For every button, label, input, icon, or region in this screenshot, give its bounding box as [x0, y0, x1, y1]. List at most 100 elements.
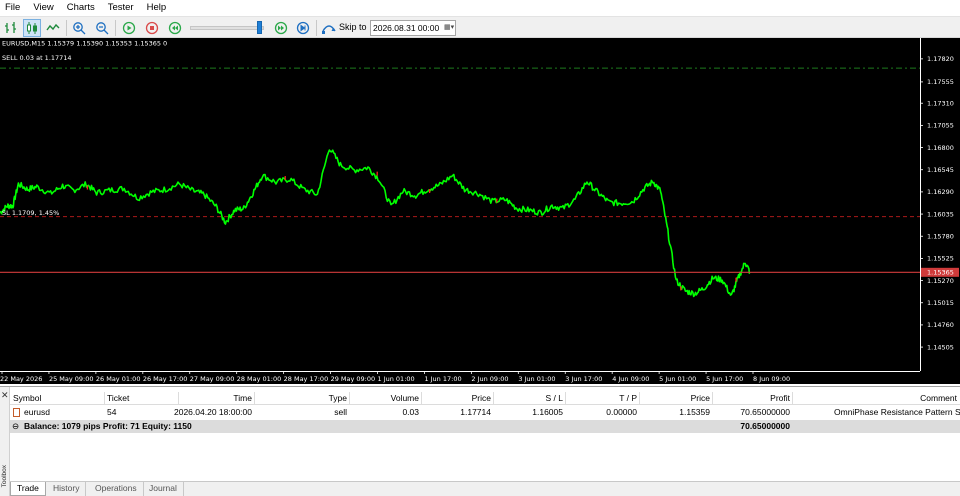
time-tick-label: 25 May 09:00: [49, 375, 94, 383]
time-tick-label: 26 May 01:00: [96, 375, 141, 383]
tab-history[interactable]: History: [47, 482, 87, 496]
skip-to-icon[interactable]: [320, 19, 338, 37]
time-tick-label: 26 May 17:00: [143, 375, 188, 383]
terminal-tabs: Trade History Operations Journal: [10, 481, 960, 496]
price-tick-label: 1.16800: [927, 144, 954, 152]
bar-chart-icon[interactable]: [2, 19, 20, 37]
current-price-label: 1.15365: [927, 269, 954, 277]
stop-icon[interactable]: [143, 19, 161, 37]
skip-to-date-value: 2026.08.31 00:00: [373, 23, 440, 33]
price-tick-label: 1.16290: [927, 188, 954, 196]
time-tick-label: 3 Jun 01:00: [518, 375, 555, 383]
balance-profit: 70.65000000: [740, 421, 790, 431]
time-tick-label: 22 May 2026: [0, 375, 42, 383]
zoom-in-icon[interactable]: [70, 19, 88, 37]
price-tick-label: 1.17055: [927, 122, 954, 130]
col-sl[interactable]: S / L: [495, 392, 563, 405]
cell-price-open: 1.17714: [460, 407, 491, 417]
time-tick-label: 27 May 09:00: [190, 375, 235, 383]
menu-charts[interactable]: Charts: [62, 0, 103, 16]
price-tick-label: 1.15270: [927, 277, 954, 285]
col-price-open[interactable]: Price: [423, 392, 491, 405]
time-tick-label: 8 Jun 09:00: [753, 375, 790, 383]
menu-help[interactable]: Help: [142, 0, 175, 16]
col-symbol[interactable]: Symbol: [13, 392, 103, 405]
col-time[interactable]: Time: [180, 392, 252, 405]
chart-canvas: 1.17820 1.17555 1.17310 1.17055 1.16800 1.165…: [0, 38, 959, 383]
tab-operations[interactable]: Operations: [89, 482, 144, 496]
time-tick-label: 3 Jun 17:00: [565, 375, 602, 383]
collapse-icon[interactable]: ⊖: [12, 420, 22, 433]
price-chart[interactable]: 1.17820 1.17555 1.17310 1.17055 1.16800 1.165…: [0, 38, 960, 384]
cell-type: sell: [334, 407, 347, 417]
time-tick-label: 1 Jun 17:00: [424, 375, 461, 383]
speed-slider-thumb[interactable]: [257, 21, 262, 34]
skip-to-label: Skip to: [339, 22, 367, 32]
line-chart-icon[interactable]: [44, 19, 62, 37]
cell-symbol: eurusd: [24, 407, 50, 417]
price-tick-label: 1.15015: [927, 299, 954, 307]
candlestick-icon[interactable]: [23, 19, 41, 37]
time-tick-label: 28 May 01:00: [237, 375, 282, 383]
price-tick-label: 1.17555: [927, 78, 954, 86]
time-tick-label: 1 Jun 01:00: [378, 375, 415, 383]
tab-journal[interactable]: Journal: [143, 482, 184, 496]
balance-row: ⊖ Balance: 1079 pips Profit: 71 Equity: …: [10, 420, 960, 433]
menu-view[interactable]: View: [28, 0, 61, 16]
toolbar: Skip to 2026.08.31 00:00 ▦▾: [0, 16, 960, 38]
rewind-icon[interactable]: [166, 19, 184, 37]
time-tick-label: 5 Jun 17:00: [706, 375, 743, 383]
menu-file[interactable]: File: [0, 0, 28, 16]
price-series: [0, 149, 751, 298]
tab-trade[interactable]: Trade: [10, 482, 46, 496]
col-price-current[interactable]: Price: [641, 392, 710, 405]
cell-sl: 1.16005: [532, 407, 563, 417]
table-header: Symbol Ticket Time Type Volume Price S /…: [10, 392, 960, 405]
price-tick-label: 1.15525: [927, 255, 954, 263]
step-icon[interactable]: [294, 19, 312, 37]
terminal-side-strip: ✕ Toolbox: [0, 387, 10, 496]
cell-tp: 0.00000: [606, 407, 637, 417]
col-volume[interactable]: Volume: [351, 392, 419, 405]
stop-loss-label: SL 1.1709, 1.45%: [2, 209, 59, 217]
time-tick-label: 29 May 09:00: [331, 375, 376, 383]
cell-comment: OmniPhase Resistance Pattern Se: [834, 407, 960, 417]
price-tick-label: 1.15780: [927, 233, 954, 241]
skip-to-date-field[interactable]: 2026.08.31 00:00 ▦▾: [370, 20, 456, 36]
menu-bar: File View Charts Tester Help: [0, 0, 960, 16]
sell-order-label: SELL 0.03 at 1.17714: [2, 54, 72, 62]
price-tick-label: 1.14505: [927, 343, 954, 351]
zoom-out-icon[interactable]: [93, 19, 111, 37]
col-type[interactable]: Type: [256, 392, 347, 405]
cell-volume: 0.03: [402, 407, 419, 417]
price-tick-label: 1.17310: [927, 100, 954, 108]
time-tick-label: 28 May 17:00: [284, 375, 329, 383]
cell-profit: 70.65000000: [740, 407, 790, 417]
speed-slider-track[interactable]: [190, 26, 264, 30]
col-ticket[interactable]: Ticket: [107, 392, 177, 405]
col-comment[interactable]: Comment: [794, 392, 957, 405]
price-tick-label: 1.14760: [927, 321, 954, 329]
table-row[interactable]: eurusd 54 2026.04.20 18:00:00 sell 0.03 …: [10, 406, 960, 419]
price-tick-label: 1.17820: [927, 55, 954, 63]
menu-tester[interactable]: Tester: [103, 0, 142, 16]
close-icon[interactable]: ✕: [1, 391, 9, 400]
cell-time: 2026.04.20 18:00:00: [174, 407, 252, 417]
cell-ticket: 54: [107, 407, 117, 417]
toolbox-label: Toolbox: [1, 465, 8, 488]
time-tick-label: 4 Jun 09:00: [612, 375, 649, 383]
play-icon[interactable]: [120, 19, 138, 37]
balance-summary: Balance: 1079 pips Profit: 71 Equity: 11…: [24, 421, 192, 431]
cell-price-current: 1.15359: [679, 407, 710, 417]
col-profit[interactable]: Profit: [714, 392, 790, 405]
terminal-panel: ✕ Toolbox Symbol Ticket Time Type Volume…: [0, 386, 960, 496]
symbol-info-label: EURUSD,M15 1.15379 1.15390 1.15353 1.153…: [2, 40, 167, 48]
document-icon: [13, 408, 20, 417]
time-tick-label: 2 Jun 09:00: [471, 375, 508, 383]
calendar-dropdown-icon[interactable]: ▦▾: [444, 22, 454, 34]
col-tp[interactable]: T / P: [567, 392, 637, 405]
forward-icon[interactable]: [272, 19, 290, 37]
price-tick-label: 1.16545: [927, 166, 954, 174]
time-tick-label: 5 Jun 01:00: [659, 375, 696, 383]
price-tick-label: 1.16035: [927, 210, 954, 218]
